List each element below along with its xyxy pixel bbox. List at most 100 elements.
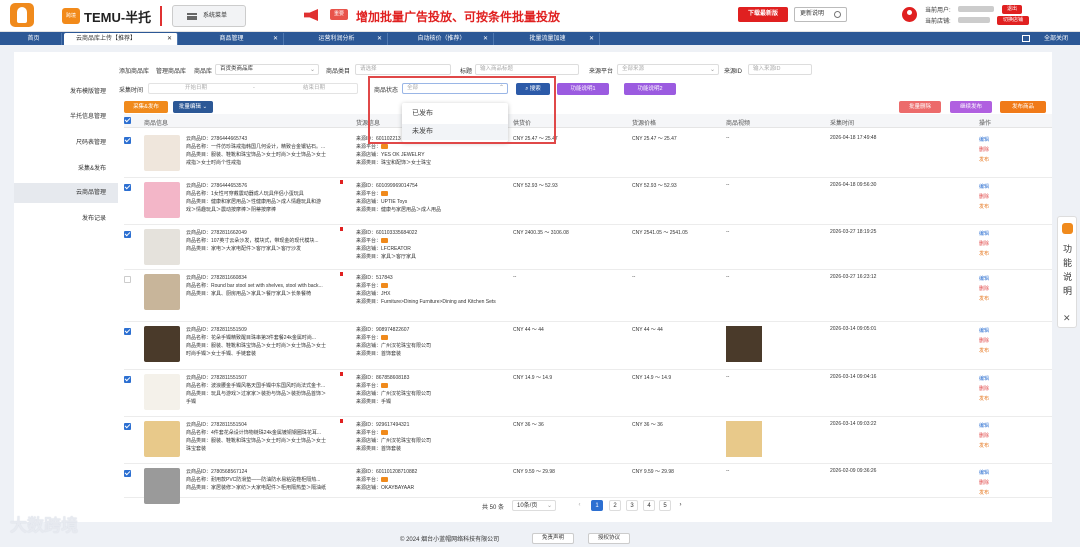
source-id[interactable]: 来源ID：517843	[356, 274, 506, 282]
delete-link[interactable]: 删除	[979, 145, 989, 155]
publish-link[interactable]: 发布	[979, 294, 989, 304]
source-id[interactable]: 来源ID：908974822607	[356, 326, 506, 334]
close-all-tabs[interactable]: 全部关闭	[1044, 33, 1068, 45]
source-id[interactable]: 来源ID：601099969014754	[356, 182, 506, 190]
sidebar-item-template[interactable]: 发布模版管理	[14, 82, 120, 102]
edit-link[interactable]: 编辑	[979, 182, 989, 192]
manage-library-link[interactable]: 管理商品库	[156, 66, 186, 75]
product-thumbnail[interactable]	[144, 421, 180, 457]
edit-link[interactable]: 编辑	[979, 374, 989, 384]
publish-link[interactable]: 发布	[979, 488, 989, 498]
close-icon[interactable]: ✕	[273, 33, 278, 45]
row-checkbox[interactable]	[124, 137, 131, 144]
delete-link[interactable]: 删除	[979, 384, 989, 394]
tab-traffic-boost[interactable]: 批量流量加速 ✕	[496, 33, 600, 45]
edit-link[interactable]: 编辑	[979, 468, 989, 478]
source-id[interactable]: 来源ID：929617494321	[356, 421, 506, 429]
product-thumbnail[interactable]	[144, 182, 180, 218]
batch-edit-button[interactable]: 批量编辑 ⌄	[173, 101, 213, 113]
page-1[interactable]: 1	[591, 500, 603, 511]
delete-link[interactable]: 删除	[979, 478, 989, 488]
search-button[interactable]: ⌕ 搜索	[516, 83, 550, 95]
tab-home[interactable]: 首页	[6, 33, 62, 45]
tab-profit-analysis[interactable]: 运营利润分析 ✕	[286, 33, 388, 45]
close-icon[interactable]: ✕	[377, 33, 382, 45]
grid-icon[interactable]	[1022, 35, 1030, 42]
sidebar-item-publish-log[interactable]: 发布记录	[14, 209, 120, 229]
library-select[interactable]: 百货类商品库 ⌄	[215, 64, 319, 75]
video-thumbnail[interactable]	[726, 421, 762, 457]
edit-link[interactable]: 编辑	[979, 326, 989, 336]
product-thumbnail[interactable]	[144, 326, 180, 362]
publish-link[interactable]: 发布	[979, 394, 989, 404]
product-thumbnail[interactable]	[144, 229, 180, 265]
page-2[interactable]: 2	[609, 500, 621, 511]
announcement-banner[interactable]: 增加批量广告投放、可按条件批量投放	[356, 8, 560, 25]
product-thumbnail[interactable]	[144, 274, 180, 310]
row-checkbox[interactable]	[124, 231, 131, 238]
row-checkbox[interactable]	[124, 184, 131, 191]
select-all-checkbox[interactable]	[124, 117, 131, 124]
status-option-unpublished[interactable]: 未发布	[402, 124, 508, 140]
prev-page-button[interactable]: ‹	[574, 500, 585, 511]
sidebar-item-size-chart[interactable]: 尺码表管理	[14, 133, 120, 153]
add-library-link[interactable]: 添加商品库	[119, 66, 149, 75]
sidebar-item-cloud-products[interactable]: 云商品管理	[14, 183, 120, 203]
update-notes-button[interactable]: 更新说明	[794, 7, 847, 22]
platform-select[interactable]: 全部来源 ⌄	[617, 64, 719, 75]
tab-product-management[interactable]: 商品管理 ✕	[180, 33, 284, 45]
user-avatar-icon[interactable]	[902, 7, 917, 22]
title-input[interactable]: 输入商品标题	[475, 64, 579, 75]
product-thumbnail[interactable]	[144, 374, 180, 410]
category-select[interactable]: 请选择	[355, 64, 451, 75]
page-5[interactable]: 5	[659, 500, 671, 511]
help2-button[interactable]: 功能说明2	[624, 83, 676, 95]
publish-link[interactable]: 发布	[979, 202, 989, 212]
source-id[interactable]: 来源ID：601101208710882	[356, 468, 506, 476]
edit-link[interactable]: 编辑	[979, 274, 989, 284]
help1-button[interactable]: 功能说明1	[557, 83, 609, 95]
sidebar-item-collect-publish[interactable]: 采集&发布	[14, 159, 120, 179]
close-icon[interactable]: ✕	[589, 33, 594, 45]
publish-link[interactable]: 发布	[979, 249, 989, 259]
license-button[interactable]: 授权协议	[588, 533, 630, 544]
delete-link[interactable]: 删除	[979, 192, 989, 202]
delete-link[interactable]: 删除	[979, 431, 989, 441]
tab-cloud-upload[interactable]: 云商品库上传【推荐】 ✕	[64, 33, 178, 45]
row-checkbox[interactable]	[124, 376, 131, 383]
delete-link[interactable]: 删除	[979, 239, 989, 249]
publish-link[interactable]: 发布	[979, 441, 989, 451]
page-3[interactable]: 3	[626, 500, 638, 511]
switch-store-button[interactable]: 切换店铺	[997, 16, 1029, 25]
continue-publish-button[interactable]: 继续发布	[950, 101, 992, 113]
close-icon[interactable]: ✕	[1063, 313, 1071, 324]
edit-link[interactable]: 编辑	[979, 421, 989, 431]
collect-publish-button[interactable]: 采集&发布	[124, 101, 168, 113]
row-checkbox[interactable]	[124, 276, 131, 283]
date-range-picker[interactable]: 开始日期 - 结束日期	[148, 83, 358, 94]
disclaimer-button[interactable]: 免责声明	[532, 533, 574, 544]
publish-product-button[interactable]: 发布商品	[1000, 101, 1046, 113]
delete-link[interactable]: 删除	[979, 284, 989, 294]
row-checkbox[interactable]	[124, 423, 131, 430]
delete-link[interactable]: 删除	[979, 336, 989, 346]
system-menu-button[interactable]: 系统菜单	[172, 5, 246, 27]
sidebar-item-semi-info[interactable]: 半托信息管理	[14, 107, 120, 127]
source-id-input[interactable]: 输入来源ID	[748, 64, 812, 75]
row-checkbox[interactable]	[124, 470, 131, 477]
close-icon[interactable]: ✕	[483, 33, 488, 45]
next-page-button[interactable]: ›	[675, 500, 686, 511]
logout-button[interactable]: 退出	[1002, 5, 1022, 14]
page-size-select[interactable]: 10条/页 ⌄	[512, 500, 556, 511]
status-option-published[interactable]: 已发布	[402, 106, 508, 122]
source-id[interactable]: 来源ID：601103335684022	[356, 229, 506, 237]
download-latest-button[interactable]: 下载最新版	[738, 7, 788, 22]
close-icon[interactable]: ✕	[167, 33, 172, 45]
row-checkbox[interactable]	[124, 328, 131, 335]
page-4[interactable]: 4	[643, 500, 655, 511]
tab-auto-pricing[interactable]: 自动核价（推荐） ✕	[390, 33, 494, 45]
product-thumbnail[interactable]	[144, 468, 180, 504]
source-id[interactable]: 来源ID：867858608183	[356, 374, 506, 382]
product-thumbnail[interactable]	[144, 135, 180, 171]
video-thumbnail[interactable]	[726, 326, 762, 362]
